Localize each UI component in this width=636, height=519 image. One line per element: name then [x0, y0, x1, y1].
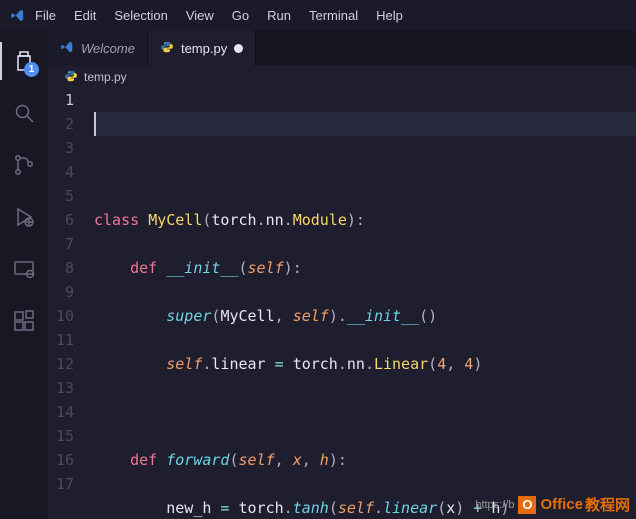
ln: 8 — [48, 256, 74, 280]
breadcrumb-file: temp.py — [84, 70, 127, 84]
python-file-icon — [160, 40, 174, 57]
activity-remote[interactable] — [0, 246, 48, 292]
office-logo-icon: O — [518, 496, 536, 514]
ln: 17 — [48, 472, 74, 496]
code-line[interactable] — [94, 400, 636, 424]
menu-help[interactable]: Help — [367, 4, 412, 27]
activity-bar: 1 — [0, 30, 48, 519]
python-file-icon — [64, 69, 78, 86]
ln: 10 — [48, 304, 74, 328]
menu-edit[interactable]: Edit — [65, 4, 105, 27]
ln: 9 — [48, 280, 74, 304]
title-bar: File Edit Selection View Go Run Terminal… — [0, 0, 636, 30]
activity-source-control[interactable] — [0, 142, 48, 188]
activity-search[interactable] — [0, 90, 48, 136]
code-area[interactable]: class MyCell(torch.nn.Module): def __ini… — [88, 88, 636, 519]
ln: 6 — [48, 208, 74, 232]
code-line[interactable]: super(MyCell, self).__init__() — [94, 304, 636, 328]
ln: 11 — [48, 328, 74, 352]
menu-go[interactable]: Go — [223, 4, 258, 27]
ln: 15 — [48, 424, 74, 448]
ln: 5 — [48, 184, 74, 208]
code-line[interactable] — [94, 112, 636, 136]
activity-extensions[interactable] — [0, 298, 48, 344]
vscode-file-icon — [60, 40, 74, 57]
code-line[interactable] — [94, 160, 636, 184]
ln: 7 — [48, 232, 74, 256]
watermark-url: https://b — [475, 499, 514, 511]
tab-welcome-label: Welcome — [81, 41, 135, 56]
explorer-badge: 1 — [24, 62, 39, 77]
menu-run[interactable]: Run — [258, 4, 300, 27]
tab-welcome[interactable]: Welcome — [48, 30, 148, 66]
activity-run-debug[interactable] — [0, 194, 48, 240]
ln: 12 — [48, 352, 74, 376]
ln: 14 — [48, 400, 74, 424]
activity-explorer[interactable]: 1 — [0, 38, 48, 84]
menu-bar: File Edit Selection View Go Run Terminal… — [26, 4, 412, 27]
tab-temp[interactable]: temp.py — [148, 30, 256, 66]
breadcrumb[interactable]: temp.py — [48, 66, 636, 88]
ln: 16 — [48, 448, 74, 472]
line-number-gutter: 1 2 3 4 5 6 7 8 9 10 11 12 13 14 15 16 1… — [48, 88, 88, 519]
code-editor[interactable]: 1 2 3 4 5 6 7 8 9 10 11 12 13 14 15 16 1… — [48, 88, 636, 519]
ln: 4 — [48, 160, 74, 184]
ln: 13 — [48, 376, 74, 400]
menu-view[interactable]: View — [177, 4, 223, 27]
code-line[interactable]: class MyCell(torch.nn.Module): — [94, 208, 636, 232]
watermark-suffix: 教程网 — [585, 494, 630, 515]
code-line[interactable]: def forward(self, x, h): — [94, 448, 636, 472]
menu-file[interactable]: File — [26, 4, 65, 27]
code-line[interactable]: self.linear = torch.nn.Linear(4, 4) — [94, 352, 636, 376]
unsaved-indicator-icon — [234, 44, 243, 53]
tab-bar: Welcome temp.py — [48, 30, 636, 66]
menu-terminal[interactable]: Terminal — [300, 4, 367, 27]
watermark: https://b O Office教程网 — [475, 494, 630, 515]
ln: 3 — [48, 136, 74, 160]
watermark-brand: Office — [540, 496, 583, 513]
ln: 1 — [48, 88, 74, 112]
code-line[interactable]: def __init__(self): — [94, 256, 636, 280]
tab-temp-label: temp.py — [181, 41, 227, 56]
menu-selection[interactable]: Selection — [105, 4, 176, 27]
vscode-logo-icon — [8, 8, 26, 23]
ln: 2 — [48, 112, 74, 136]
